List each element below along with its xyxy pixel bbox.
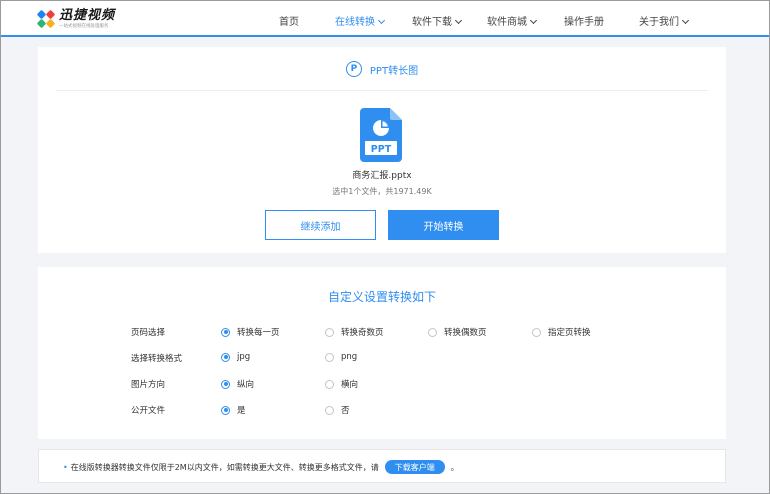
radio-icon	[221, 379, 230, 389]
settings-panel: 自定义设置转换如下 页码选择 转换每一页 转换奇数页 转换偶数页 指定页转换 选…	[38, 267, 726, 439]
radio-icon	[325, 327, 334, 337]
tool-title: P PPT转长图	[38, 61, 726, 77]
radio-odd-pages[interactable]: 转换奇数页	[325, 326, 384, 338]
radio-icon	[325, 405, 334, 415]
radio-even-pages[interactable]: 转换偶数页	[428, 326, 487, 338]
download-client-button[interactable]: 下载客户端	[384, 460, 445, 474]
radio-icon	[325, 379, 334, 389]
radio-public-no[interactable]: 否	[325, 404, 350, 416]
radio-icon	[428, 327, 437, 337]
ppt-circle-icon: P	[345, 61, 362, 77]
nav-home[interactable]: 首页	[279, 13, 299, 28]
radio-public-yes[interactable]: 是	[221, 404, 246, 416]
file-info: 选中1个文件，共1971.49K	[332, 187, 432, 196]
radio-icon	[221, 405, 230, 415]
nav-online-convert[interactable]: 在线转换	[335, 13, 386, 28]
logo-mark-icon	[36, 9, 56, 29]
format-label: 选择转换格式	[131, 354, 183, 364]
upload-panel: P PPT转长图 PPT 商务汇报.pptx 选中1个文件，共1971.49K …	[38, 47, 726, 253]
chevron-down-icon	[454, 16, 463, 25]
divider	[56, 90, 708, 91]
file-badge-label: PPT	[371, 144, 392, 155]
nav-software-download[interactable]: 软件下载	[412, 13, 463, 28]
brand-name: 迅捷视频	[59, 7, 116, 23]
notice-bar: • 在线版转换器转换文件仅限于2M以内文件，如需转换更大文件、转换更多格式文件，…	[38, 449, 726, 483]
radio-portrait[interactable]: 纵向	[221, 378, 254, 390]
nav-software-store[interactable]: 软件商城	[487, 13, 538, 28]
nav-manual[interactable]: 操作手册	[564, 13, 604, 28]
radio-png[interactable]: png	[325, 352, 357, 362]
ppt-file-icon: PPT	[360, 108, 402, 162]
page-select-label: 页码选择	[131, 328, 166, 338]
chevron-down-icon	[529, 16, 538, 25]
continue-add-button[interactable]: 继续添加	[265, 210, 376, 240]
radio-every-page[interactable]: 转换每一页	[221, 326, 280, 338]
radio-icon	[221, 352, 230, 362]
notice-text: • 在线版转换器转换文件仅限于2M以内文件，如需转换更大文件、转换更多格式文件，…	[63, 460, 459, 474]
settings-title: 自定义设置转换如下	[327, 290, 436, 304]
chevron-down-icon	[681, 16, 690, 25]
start-convert-button[interactable]: 开始转换	[388, 210, 499, 240]
tool-title-text: PPT转长图	[369, 65, 419, 77]
radio-icon	[221, 327, 230, 337]
chevron-down-icon	[377, 16, 386, 25]
brand-tagline: 一站式视频在线处理服务	[59, 22, 109, 29]
radio-specific-pages[interactable]: 指定页转换	[532, 326, 591, 338]
site-header: 迅捷视频 一站式视频在线处理服务 首页 在线转换 软件下载 软件商城 操作手册 …	[1, 1, 769, 37]
file-name: 商务汇报.pptx	[352, 171, 412, 181]
nav-about[interactable]: 关于我们	[639, 13, 690, 28]
bullet-icon: •	[63, 462, 68, 472]
radio-landscape[interactable]: 横向	[325, 378, 358, 390]
public-file-label: 公开文件	[131, 406, 166, 416]
radio-jpg[interactable]: jpg	[221, 352, 250, 362]
orientation-label: 图片方向	[131, 380, 166, 390]
radio-icon	[325, 352, 334, 362]
radio-icon	[532, 327, 541, 337]
brand-logo[interactable]: 迅捷视频 一站式视频在线处理服务	[36, 7, 116, 30]
